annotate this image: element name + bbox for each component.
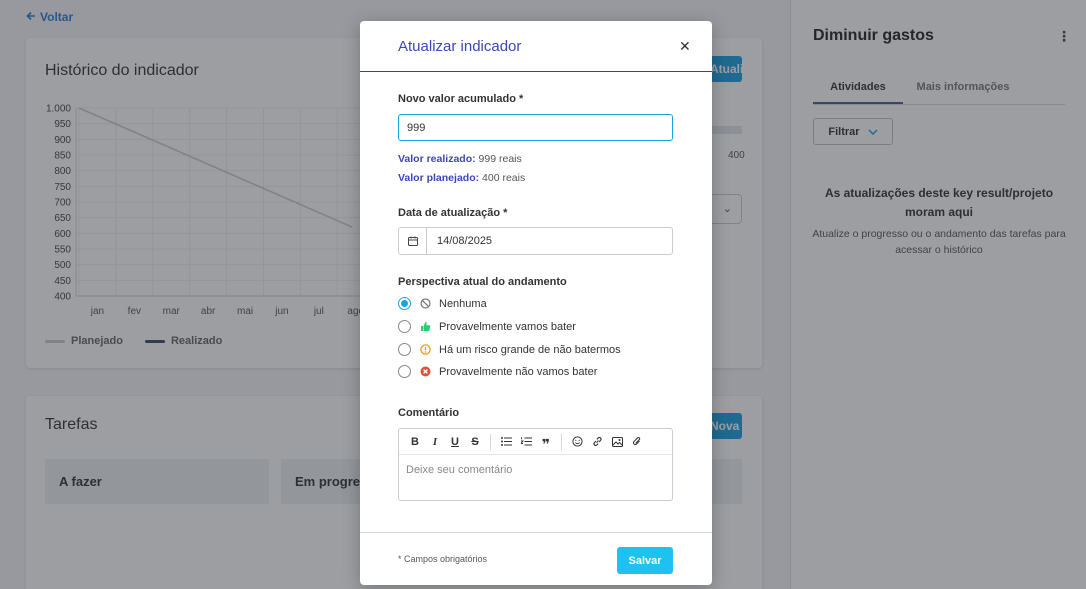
option-label: Nenhuma — [439, 297, 487, 310]
quote-icon[interactable]: ❞ — [536, 432, 556, 452]
required-fields-note: * Campos obrigatórios — [398, 554, 488, 564]
update-indicator-modal: Atualizar indicador ✕ Novo valor acumula… — [360, 21, 712, 585]
alert-icon — [419, 344, 431, 356]
comment-editor: B I U S ❞ Deixe seu comentário — [398, 428, 673, 501]
date-field[interactable]: 14/08/2025 — [398, 227, 673, 255]
radio-high-risk[interactable] — [398, 343, 411, 356]
modal-footer: * Campos obrigatórios Salvar — [360, 532, 712, 585]
realized-value: 999 reais — [478, 153, 522, 165]
toolbar-divider — [490, 433, 491, 450]
x-circle-icon — [419, 366, 431, 378]
thumbs-up-icon — [419, 321, 431, 333]
option-label: Provavelmente não vamos bater — [439, 365, 598, 378]
italic-icon[interactable]: I — [425, 432, 445, 452]
editor-toolbar: B I U S ❞ — [399, 429, 672, 455]
value-label: Novo valor acumulado * — [398, 93, 524, 105]
option-label: Há um risco grande de não batermos — [439, 343, 621, 356]
numbered-list-icon[interactable] — [516, 432, 536, 452]
planned-value-line: Valor planejado: 400 reais — [398, 172, 525, 184]
perspective-option-none[interactable]: Nenhuma — [398, 297, 487, 310]
bullet-list-icon[interactable] — [496, 432, 516, 452]
perspective-option-likely-hit[interactable]: Provavelmente vamos bater — [398, 320, 576, 333]
perspective-option-high-risk[interactable]: Há um risco grande de não batermos — [398, 343, 621, 356]
modal-title: Atualizar indicador — [398, 38, 522, 55]
close-icon[interactable]: ✕ — [679, 38, 691, 55]
radio-unlikely[interactable] — [398, 365, 411, 378]
underline-icon[interactable]: U — [445, 432, 465, 452]
realized-value-line: Valor realizado: 999 reais — [398, 153, 522, 165]
ban-icon — [419, 298, 431, 310]
save-button[interactable]: Salvar — [617, 547, 673, 574]
realized-label: Valor realizado: — [398, 153, 476, 165]
radio-likely-hit[interactable] — [398, 320, 411, 333]
emoji-icon[interactable] — [567, 432, 587, 452]
date-value[interactable]: 14/08/2025 — [427, 228, 502, 254]
option-label: Provavelmente vamos bater — [439, 320, 576, 333]
perspective-label: Perspectiva atual do andamento — [398, 276, 567, 288]
modal-header: Atualizar indicador ✕ — [360, 21, 712, 72]
calendar-icon[interactable] — [399, 228, 427, 254]
comment-textarea[interactable]: Deixe seu comentário — [399, 455, 672, 485]
comment-label: Comentário — [398, 407, 460, 419]
perspective-option-unlikely[interactable]: Provavelmente não vamos bater — [398, 365, 597, 378]
accumulated-value-input[interactable] — [398, 114, 673, 141]
radio-none[interactable] — [398, 297, 411, 310]
link-icon[interactable] — [587, 432, 607, 452]
toolbar-divider — [561, 433, 562, 450]
attachment-icon[interactable] — [627, 432, 647, 452]
planned-value: 400 reais — [482, 172, 526, 184]
strikethrough-icon[interactable]: S — [465, 432, 485, 452]
planned-label: Valor planejado: — [398, 172, 480, 184]
image-icon[interactable] — [607, 432, 627, 452]
date-label: Data de atualização * — [398, 207, 508, 219]
bold-icon[interactable]: B — [405, 432, 425, 452]
